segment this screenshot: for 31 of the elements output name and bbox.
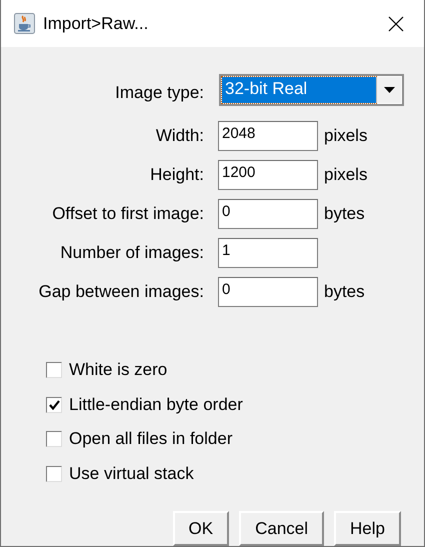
dialog-button[interactable]: Cancel (239, 511, 324, 546)
unit-label: pixels (324, 165, 368, 185)
field-label: Offset to first image: (52, 204, 204, 224)
dialog-button[interactable]: Help (334, 511, 401, 546)
input-field[interactable]: 2048 (218, 121, 318, 151)
unit-label: pixels (324, 126, 368, 146)
caret-icon (384, 87, 394, 93)
input-field[interactable]: 0 (218, 277, 318, 307)
field-label: Width: (156, 126, 204, 146)
java-cup-icon (14, 13, 35, 34)
checkbox[interactable] (46, 362, 62, 378)
window-title: Import>Raw... (43, 14, 150, 34)
field-label: Image type: (115, 83, 204, 103)
checkbox-label: White is zero (69, 360, 168, 380)
unit-label: bytes (324, 282, 366, 302)
input-field[interactable]: 1200 (218, 160, 318, 190)
field-label: Gap between images: (38, 282, 204, 302)
checkbox[interactable] (46, 431, 62, 448)
dialog-button[interactable]: OK (172, 511, 230, 546)
field-label: Number of images: (60, 243, 204, 263)
checkbox[interactable] (46, 396, 62, 413)
checkbox-label: Little-endian byte order (69, 394, 243, 415)
close-icon[interactable] (388, 16, 404, 32)
input-field[interactable]: 1 (218, 238, 318, 268)
type-dropdown[interactable]: 32-bit Real (219, 74, 404, 106)
checkbox-label: Use virtual stack (69, 464, 194, 484)
input-field[interactable]: 0 (218, 199, 318, 229)
checkbox-label: Open all files in folder (69, 429, 232, 450)
field-label: Height: (150, 165, 204, 185)
unit-label: bytes (324, 204, 366, 224)
checkbox[interactable] (46, 466, 62, 482)
